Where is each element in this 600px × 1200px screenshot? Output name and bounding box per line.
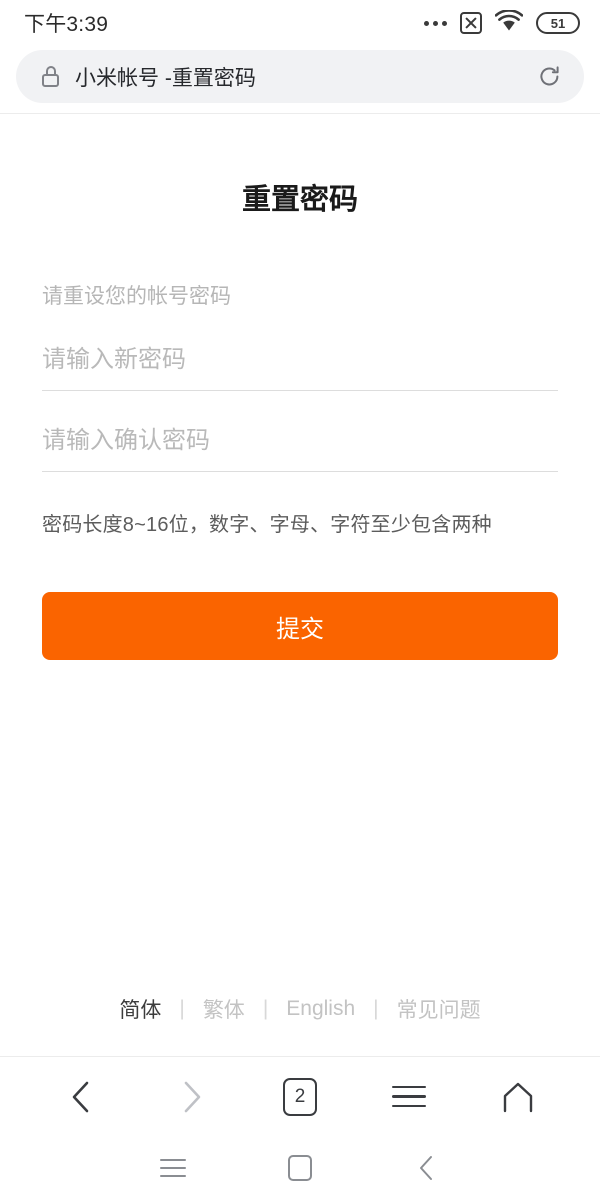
new-password-input[interactable] (42, 346, 558, 374)
tab-count-badge: 2 (282, 1077, 317, 1116)
footer-separator: | (262, 997, 269, 1020)
status-bar: 下午3:39 51 (0, 0, 600, 46)
home-square-icon (287, 1155, 312, 1181)
address-bar-text: 小米帐号 -重置密码 (75, 66, 256, 90)
browser-forward-button[interactable] (160, 1066, 222, 1128)
submit-button[interactable]: 提交 (42, 592, 558, 660)
web-page-content: 重置密码 请重设您的帐号密码 密码长度8~16位，数字、字母、字符至少包含两种 … (0, 114, 600, 1056)
battery-level: 51 (550, 15, 566, 31)
password-rule-hint: 密码长度8~16位，数字、字母、字符至少包含两种 (42, 514, 492, 536)
android-back-button[interactable] (404, 1145, 450, 1191)
reload-icon[interactable] (537, 64, 562, 89)
home-icon (503, 1082, 532, 1112)
confirm-password-input[interactable] (42, 427, 558, 455)
footer-link-simplified[interactable]: 简体 (119, 994, 161, 1024)
phone-screen: 下午3:39 51 小米帐号 -重置密码 重置密码 请重设您的帐号密码 密码长度… (0, 0, 600, 1200)
status-icons: 51 (424, 8, 580, 37)
reset-password-form: 请重设您的帐号密码 密码长度8~16位，数字、字母、字符至少包含两种 提交 (0, 280, 600, 660)
battery-icon: 51 (536, 12, 580, 34)
no-sim-icon (460, 12, 482, 34)
menu-icon (391, 1085, 426, 1108)
tab-switcher-button[interactable]: 2 (269, 1066, 331, 1128)
form-subtitle: 请重设您的帐号密码 (42, 285, 231, 308)
browser-menu-button[interactable] (378, 1066, 440, 1128)
android-recents-button[interactable] (150, 1145, 196, 1191)
back-icon (73, 1081, 89, 1112)
back-chevron-icon (419, 1156, 432, 1180)
browser-back-button[interactable] (51, 1066, 113, 1128)
android-home-button[interactable] (277, 1145, 323, 1191)
footer-link-english[interactable]: English (286, 997, 355, 1021)
wifi-icon (494, 8, 524, 37)
footer-separator: | (179, 997, 185, 1020)
browser-address-bar-container: 小米帐号 -重置密码 (0, 46, 600, 113)
browser-toolbar: 2 (0, 1056, 600, 1136)
footer-link-faq[interactable]: 常见问题 (397, 994, 481, 1024)
footer-link-traditional[interactable]: 繁体 (203, 994, 245, 1024)
android-navigation-bar (0, 1136, 600, 1200)
footer-separator: | (373, 997, 379, 1020)
lock-icon (42, 66, 59, 87)
status-time: 下午3:39 (24, 13, 109, 36)
forward-icon (184, 1081, 201, 1112)
confirm-password-field[interactable] (42, 427, 558, 472)
language-footer: 简体 | 繁体 | English | 常见问题 (0, 994, 600, 1024)
more-dots-icon (424, 20, 447, 26)
new-password-field[interactable] (42, 346, 558, 391)
address-bar[interactable]: 小米帐号 -重置密码 (16, 50, 584, 103)
page-title: 重置密码 (241, 184, 358, 216)
recents-icon (160, 1159, 187, 1177)
browser-home-button[interactable] (487, 1066, 549, 1128)
